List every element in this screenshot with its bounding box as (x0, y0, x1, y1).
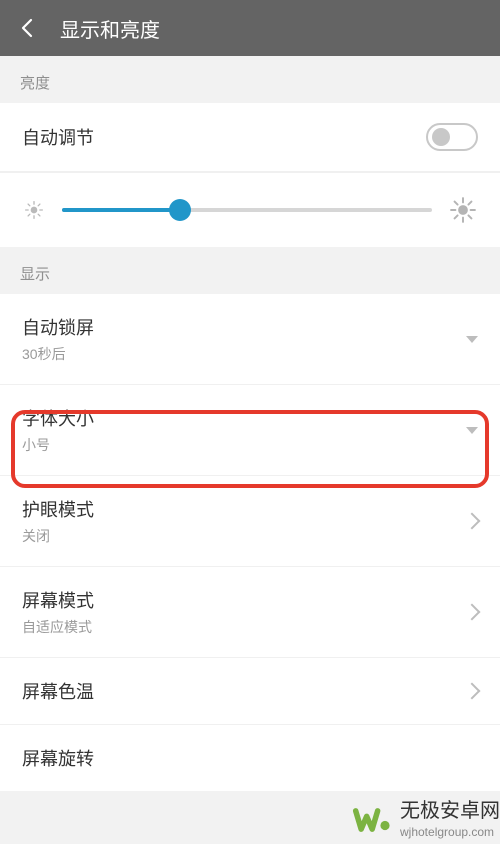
color-temp-text: 屏幕色温 (22, 678, 466, 704)
dropdown-icon (466, 427, 478, 434)
auto-adjust-label: 自动调节 (22, 124, 426, 150)
brightness-block: 自动调节 (0, 103, 500, 247)
auto-lock-row[interactable]: 自动锁屏 30秒后 (0, 294, 500, 385)
watermark-url: wjhotelgroup.com (400, 825, 500, 839)
brightness-slider-fill (62, 208, 180, 212)
screen-rotation-text: 屏幕旋转 (22, 745, 478, 771)
chevron-right-icon (464, 513, 481, 530)
font-size-text: 字体大小 小号 (22, 405, 466, 455)
display-block: 自动锁屏 30秒后 字体大小 小号 护眼模式 关闭 屏幕模式 自适应模式 屏幕色… (0, 294, 500, 791)
brightness-slider-thumb[interactable] (169, 199, 191, 221)
watermark-text: 无极安卓网 wjhotelgroup.com (400, 801, 500, 839)
section-display-header: 显示 (0, 247, 500, 294)
auto-adjust-row[interactable]: 自动调节 (0, 103, 500, 172)
font-size-value: 小号 (22, 435, 466, 455)
screen-rotation-row[interactable]: 屏幕旋转 (0, 725, 500, 791)
auto-lock-label: 自动锁屏 (22, 314, 466, 340)
screen-mode-text: 屏幕模式 自适应模式 (22, 587, 466, 637)
screen-rotation-label: 屏幕旋转 (22, 745, 478, 771)
watermark-logo-icon (352, 798, 396, 842)
header: 显示和亮度 (0, 0, 500, 56)
brightness-high-icon (450, 197, 476, 223)
chevron-right-icon (464, 604, 481, 621)
brightness-slider-row (0, 172, 500, 247)
brightness-slider[interactable] (62, 208, 432, 212)
auto-adjust-toggle[interactable] (426, 123, 478, 151)
watermark-cn: 无极安卓网 (400, 801, 500, 821)
watermark: 无极安卓网 wjhotelgroup.com (348, 796, 500, 844)
dropdown-icon (466, 336, 478, 343)
auto-lock-text: 自动锁屏 30秒后 (22, 314, 466, 364)
auto-adjust-title: 自动调节 (22, 124, 426, 150)
font-size-label: 字体大小 (22, 405, 466, 431)
page-title: 显示和亮度 (60, 14, 160, 43)
brightness-low-icon (24, 200, 44, 220)
eye-care-value: 关闭 (22, 526, 466, 546)
chevron-right-icon (464, 683, 481, 700)
screen-mode-value: 自适应模式 (22, 617, 466, 637)
eye-care-label: 护眼模式 (22, 496, 466, 522)
eye-care-text: 护眼模式 关闭 (22, 496, 466, 546)
back-icon[interactable] (16, 16, 40, 40)
auto-lock-value: 30秒后 (22, 344, 466, 364)
section-brightness-header: 亮度 (0, 56, 500, 103)
color-temp-row[interactable]: 屏幕色温 (0, 658, 500, 725)
font-size-row[interactable]: 字体大小 小号 (0, 385, 500, 476)
screen-mode-row[interactable]: 屏幕模式 自适应模式 (0, 567, 500, 658)
color-temp-label: 屏幕色温 (22, 678, 466, 704)
eye-care-row[interactable]: 护眼模式 关闭 (0, 476, 500, 567)
screen-mode-label: 屏幕模式 (22, 587, 466, 613)
